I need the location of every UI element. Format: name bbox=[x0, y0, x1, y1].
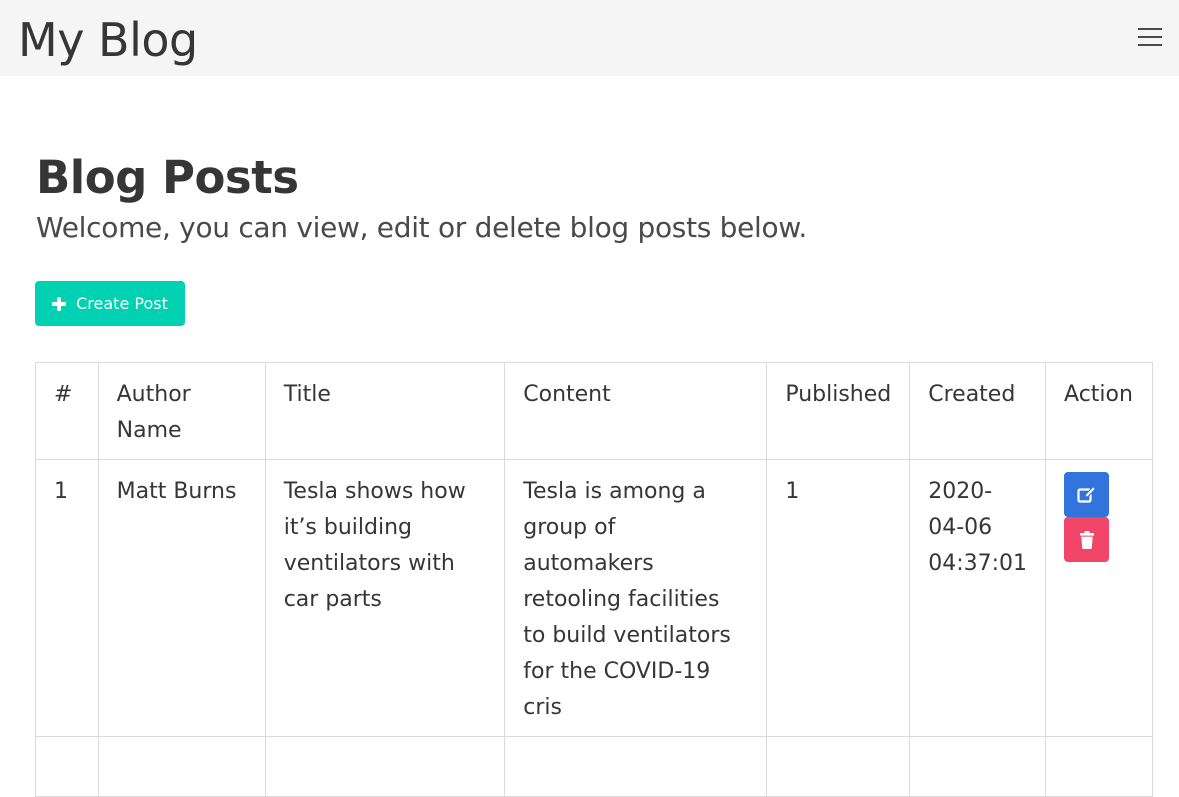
row-cell bbox=[504, 736, 768, 797]
posts-table: # Author Name Title Content Published Cr… bbox=[35, 362, 1153, 797]
column-header-created: Created bbox=[909, 362, 1047, 460]
column-header-action: Action bbox=[1045, 362, 1153, 460]
page-title: Blog Posts bbox=[36, 151, 299, 204]
trash-icon bbox=[1080, 531, 1095, 549]
column-header-title: Title bbox=[264, 362, 506, 460]
column-header-content: Content bbox=[504, 362, 768, 460]
column-header-author: Author Name bbox=[97, 362, 266, 460]
delete-post-button[interactable] bbox=[1064, 517, 1110, 562]
row-cell bbox=[909, 736, 1047, 797]
row-cell bbox=[1045, 736, 1153, 797]
plus-icon bbox=[52, 296, 67, 311]
edit-post-button[interactable] bbox=[1064, 472, 1110, 517]
navbar: My Blog bbox=[0, 0, 1179, 76]
column-header-number: # bbox=[35, 362, 99, 460]
row-content: Tesla is among a group of automakers ret… bbox=[504, 459, 768, 737]
row-cell bbox=[766, 736, 911, 797]
table-row: 1 Matt Burns Tesla shows how it’s buildi… bbox=[35, 459, 1153, 737]
row-created: 2020-04-06 04:37:01 bbox=[909, 459, 1047, 737]
create-post-label: Create Post bbox=[76, 294, 168, 313]
row-title: Tesla shows how it’s building ventilator… bbox=[264, 459, 506, 737]
create-post-button[interactable]: Create Post bbox=[35, 281, 185, 326]
row-published: 1 bbox=[766, 459, 911, 737]
row-cell bbox=[264, 736, 506, 797]
row-cell bbox=[35, 736, 99, 797]
row-id: 1 bbox=[35, 459, 99, 737]
table-row bbox=[35, 736, 1153, 797]
row-author: Matt Burns bbox=[97, 459, 266, 737]
table-header-row: # Author Name Title Content Published Cr… bbox=[35, 362, 1153, 460]
hamburger-menu-icon[interactable] bbox=[1126, 20, 1174, 56]
column-header-published: Published bbox=[766, 362, 911, 460]
row-cell bbox=[97, 736, 266, 797]
edit-icon bbox=[1077, 486, 1097, 503]
row-actions bbox=[1045, 459, 1153, 737]
page-subtitle: Welcome, you can view, edit or delete bl… bbox=[36, 211, 807, 244]
brand-title[interactable]: My Blog bbox=[18, 12, 198, 68]
